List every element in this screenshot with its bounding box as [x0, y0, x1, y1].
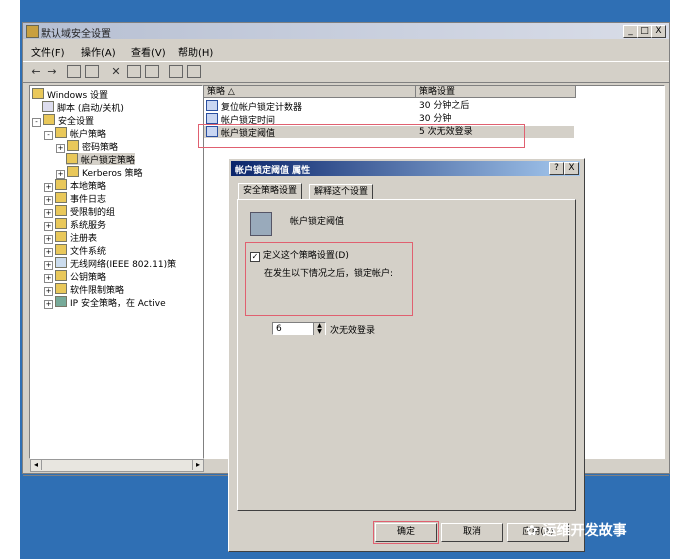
dialog-titlebar: 帐户锁定阈值 属性 ? X: [231, 161, 580, 176]
properties-icon[interactable]: [127, 65, 141, 78]
folder-icon: [55, 205, 67, 216]
folder-icon: [55, 127, 67, 138]
minimize-button[interactable]: _: [623, 25, 638, 38]
folder-icon: [55, 218, 67, 229]
folder-icon: [67, 166, 79, 177]
up-folder-icon[interactable]: [67, 65, 81, 78]
folder-icon: [67, 140, 79, 151]
menu-action[interactable]: 操作(A): [81, 44, 116, 59]
tree-item-kerberos-policy[interactable]: + Kerberos 策略: [56, 166, 143, 179]
expand-icon[interactable]: +: [44, 261, 53, 270]
list-cell-setting: 30 分钟之后: [419, 101, 470, 111]
highlight-box: [373, 521, 439, 544]
policy-name: 帐户锁定阈值: [290, 217, 345, 227]
security-icon: [43, 114, 55, 125]
tree-item-software-restriction[interactable]: + 软件限制策略: [44, 283, 124, 296]
tab-explain[interactable]: 解释这个设置: [309, 184, 374, 200]
tree-horizontal-scrollbar[interactable]: ◂ ▸: [30, 459, 204, 472]
menu-help[interactable]: 帮助(H): [178, 44, 213, 59]
expand-icon[interactable]: +: [56, 144, 65, 153]
menu-view[interactable]: 查看(V): [131, 44, 166, 59]
folder-icon: [55, 244, 67, 255]
back-arrow-icon[interactable]: ←: [29, 65, 43, 78]
show-tree-icon[interactable]: [85, 65, 99, 78]
expand-icon[interactable]: +: [44, 183, 53, 192]
folder-icon: [55, 231, 67, 242]
scroll-right-icon[interactable]: ▸: [192, 460, 203, 470]
dialog-help-button[interactable]: ?: [549, 162, 564, 175]
expand-icon[interactable]: +: [44, 196, 53, 205]
expand-icon[interactable]: +: [44, 300, 53, 309]
column-header-setting[interactable]: 策略设置: [416, 86, 576, 98]
folder-icon: [55, 283, 67, 294]
properties-dialog: 帐户锁定阈值 属性 ? X 安全策略设置 解释这个设置 帐户锁定阈值 ✓ 定义这…: [228, 158, 585, 552]
tree-item-windows-settings[interactable]: Windows 设置: [32, 88, 108, 101]
help-icon[interactable]: [169, 65, 183, 78]
spin-down-icon[interactable]: ▼: [313, 329, 325, 335]
antenna-icon: [55, 257, 67, 268]
tree-item-wireless-policy[interactable]: + 无线网络(IEEE 802.11)策: [44, 257, 176, 270]
folder-icon: [66, 153, 78, 164]
collapse-icon[interactable]: -: [32, 118, 41, 127]
highlight-box: [198, 124, 525, 148]
folder-icon: [32, 88, 44, 99]
column-header-policy[interactable]: 策略 △: [204, 86, 416, 98]
folder-icon: [55, 270, 67, 281]
app-icon: [26, 25, 39, 38]
tree-item-system-services[interactable]: + 系统服务: [44, 218, 106, 231]
tree-item-password-policy[interactable]: + 密码策略: [56, 140, 118, 153]
expand-icon[interactable]: +: [44, 287, 53, 296]
window-titlebar: 默认域安全设置 _ □ X: [23, 23, 669, 40]
threshold-unit: 次无效登录: [330, 326, 376, 336]
tab-security-setting[interactable]: 安全策略设置: [238, 183, 303, 199]
tree-item-lockout-policy[interactable]: 帐户锁定策略: [66, 153, 136, 166]
folder-icon: [55, 192, 67, 203]
maximize-button[interactable]: □: [637, 25, 652, 38]
tree-item-file-system[interactable]: + 文件系统: [44, 244, 106, 257]
script-icon: [42, 101, 54, 112]
expand-icon[interactable]: +: [44, 235, 53, 244]
tree-item-local-policy[interactable]: + 本地策略: [44, 179, 106, 192]
tree-item-event-log[interactable]: + 事件日志: [44, 192, 106, 205]
scroll-left-icon[interactable]: ◂: [31, 460, 42, 470]
expand-icon[interactable]: +: [56, 170, 65, 179]
close-button[interactable]: X: [651, 25, 666, 38]
console-icon[interactable]: [187, 65, 201, 78]
threshold-spinbox[interactable]: 6 ▲ ▼: [272, 322, 326, 335]
dialog-close-button[interactable]: X: [564, 162, 579, 175]
expand-icon[interactable]: +: [44, 222, 53, 231]
tree-item-restricted-groups[interactable]: + 受限制的组: [44, 205, 115, 218]
tree-item-security-settings[interactable]: - 安全设置: [32, 114, 94, 127]
window-title: 默认域安全设置: [41, 29, 111, 40]
tree-item-ip-security[interactable]: + IP 安全策略，在 Active: [44, 296, 166, 309]
policy-server-icon: [250, 212, 272, 236]
expand-icon[interactable]: +: [44, 209, 53, 218]
expand-icon[interactable]: +: [44, 274, 53, 283]
tree-item-account-policy[interactable]: - 帐户策略: [44, 127, 106, 140]
ip-security-icon: [55, 296, 67, 307]
tree-item-registry[interactable]: + 注册表: [44, 231, 97, 244]
watermark: ✿ 运维开发故事: [526, 523, 627, 539]
menu-bar: 文件(F) 操作(A) 查看(V) 帮助(H): [23, 41, 669, 59]
export-list-icon[interactable]: [145, 65, 159, 78]
wechat-icon: ✿: [526, 523, 543, 539]
expand-icon[interactable]: +: [44, 248, 53, 257]
tree-item-scripts[interactable]: 脚本 (启动/关机): [42, 101, 124, 114]
toolbar: ← → ✕: [23, 61, 669, 83]
tree-item-public-key-policy[interactable]: + 公钥策略: [44, 270, 106, 283]
cancel-button[interactable]: 取消: [441, 523, 503, 542]
policy-icon: [206, 100, 218, 111]
list-row-reset-counter[interactable]: 复位帐户锁定计数器: [206, 100, 302, 113]
delete-icon[interactable]: ✕: [109, 65, 123, 78]
dialog-title: 帐户锁定阈值 属性: [235, 166, 311, 176]
threshold-value: 6: [276, 324, 282, 334]
folder-icon: [55, 179, 67, 190]
collapse-icon[interactable]: -: [44, 131, 53, 140]
policy-icon: [206, 113, 218, 124]
forward-arrow-icon[interactable]: →: [45, 65, 59, 78]
highlight-box: [245, 242, 413, 316]
tree-pane: Windows 设置 脚本 (启动/关机) - 安全设置 - 帐户策略 + 密码策略 …: [29, 85, 203, 459]
menu-file[interactable]: 文件(F): [31, 44, 65, 59]
